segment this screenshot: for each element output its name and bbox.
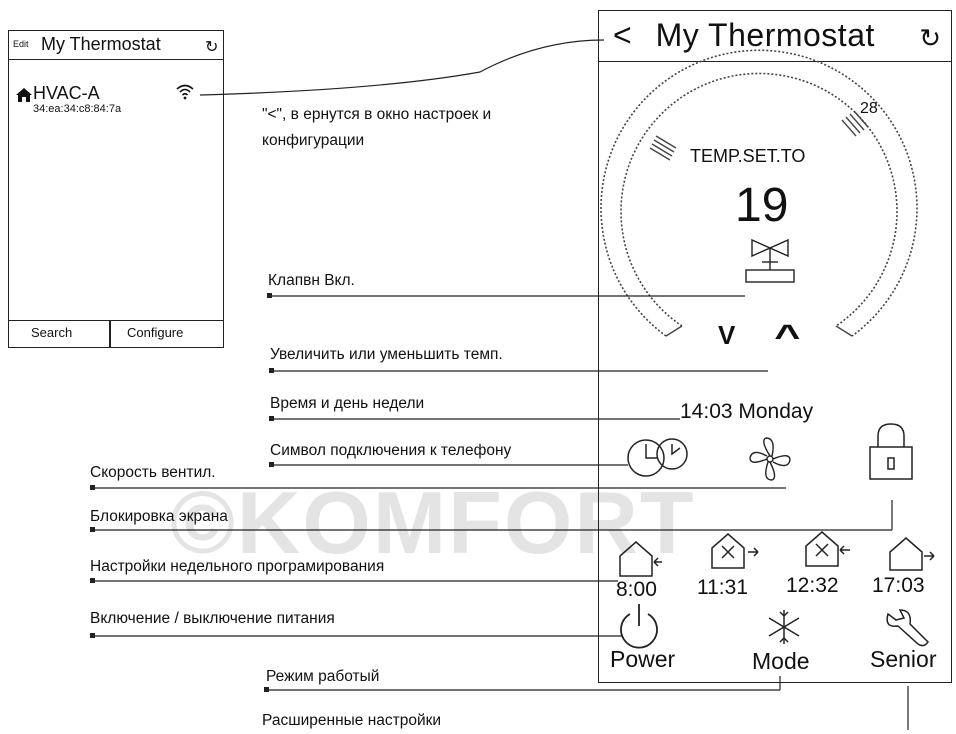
senior-label[interactable]: Senior <box>870 646 936 673</box>
max-temp-label: 28 <box>860 100 878 117</box>
annotation-temp: Увеличить или уменьшить темп. <box>270 346 503 363</box>
set-temperature-value: 19 <box>735 179 789 232</box>
schedule-time: 11:31 <box>697 576 748 599</box>
schedule-icons[interactable] <box>619 531 935 577</box>
clock-icon <box>627 438 688 477</box>
annotation-phone: Символ подключения к телефону <box>270 442 512 459</box>
annotation-valve: Клапвн Вкл. <box>268 272 355 289</box>
valve-icon <box>745 238 795 283</box>
annotation-weekly: Настройки недельного програмирования <box>90 558 385 575</box>
clock-display: 14:03 Monday <box>680 400 814 423</box>
fan-icon <box>749 437 791 481</box>
schedule-time: 17:03 <box>872 574 925 597</box>
schedule-time: 12:32 <box>786 574 839 597</box>
back-note: "<", в ернутся в окно настроек и конфигу… <box>262 102 491 154</box>
annotation-mode: Режим работый <box>266 668 380 685</box>
mode-label[interactable]: Mode <box>752 648 810 675</box>
annotation-lock: Блокировка экрана <box>90 508 228 525</box>
back-note-line1: "<", в ернутся в окно настроек и <box>262 106 492 123</box>
temp-up-button[interactable]: ^ <box>774 318 800 355</box>
temp-down-button[interactable]: V <box>718 320 735 351</box>
snowflake-icon[interactable] <box>768 610 800 644</box>
annotation-time: Время и день недели <box>270 395 425 412</box>
back-note-line2: конфигурации <box>262 132 365 149</box>
wrench-icon[interactable] <box>886 609 929 647</box>
annotation-power: Включение / выключение питания <box>90 610 335 627</box>
power-label[interactable]: Power <box>610 646 675 673</box>
power-icon[interactable] <box>620 604 658 649</box>
lock-icon[interactable] <box>869 423 913 480</box>
annotation-dots <box>90 293 274 692</box>
schedule-time: 8:00 <box>616 578 657 601</box>
temp-set-label: TEMP.SET.TO <box>690 146 806 166</box>
annotation-advanced: Расширенные настройки <box>262 712 442 729</box>
annotation-fan: Скорость вентил. <box>90 464 216 481</box>
